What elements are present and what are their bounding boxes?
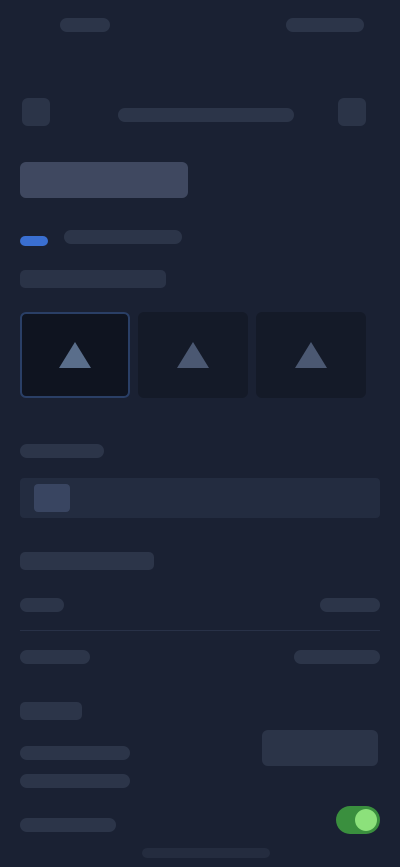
segment-label [20, 444, 104, 458]
page-title [20, 162, 188, 198]
subsection-label [20, 702, 82, 720]
section-label [20, 270, 166, 288]
detail-line-1 [20, 746, 130, 760]
status-indicators [286, 18, 364, 32]
top-bar-subtitle [118, 108, 294, 122]
option-card-2[interactable] [138, 312, 248, 398]
detail-line-3 [20, 818, 116, 832]
settings-row-1[interactable] [20, 584, 380, 628]
top-bar [0, 60, 400, 130]
settings-row-2[interactable] [20, 636, 380, 680]
segment-selected[interactable] [34, 484, 70, 512]
toggle-switch[interactable] [336, 806, 380, 834]
option-card-1[interactable] [20, 312, 130, 398]
action-button[interactable] [262, 730, 378, 766]
row-1-label [20, 598, 64, 612]
status-time [60, 18, 110, 32]
row-2-label [20, 650, 90, 664]
status-badge [20, 236, 48, 246]
divider [20, 630, 380, 631]
option-card-3[interactable] [256, 312, 366, 398]
detail-line-2 [20, 774, 130, 788]
triangle-icon [177, 342, 209, 368]
row-1-value [320, 598, 380, 612]
page-meta [64, 230, 182, 244]
triangle-icon [59, 342, 91, 368]
footer-caption [142, 848, 270, 858]
segmented-control[interactable] [20, 478, 380, 518]
settings-header [20, 552, 154, 570]
back-icon[interactable] [22, 98, 50, 126]
more-icon[interactable] [338, 98, 366, 126]
option-cards [20, 312, 380, 412]
triangle-icon [295, 342, 327, 368]
status-bar [0, 0, 400, 50]
row-2-value [294, 650, 380, 664]
